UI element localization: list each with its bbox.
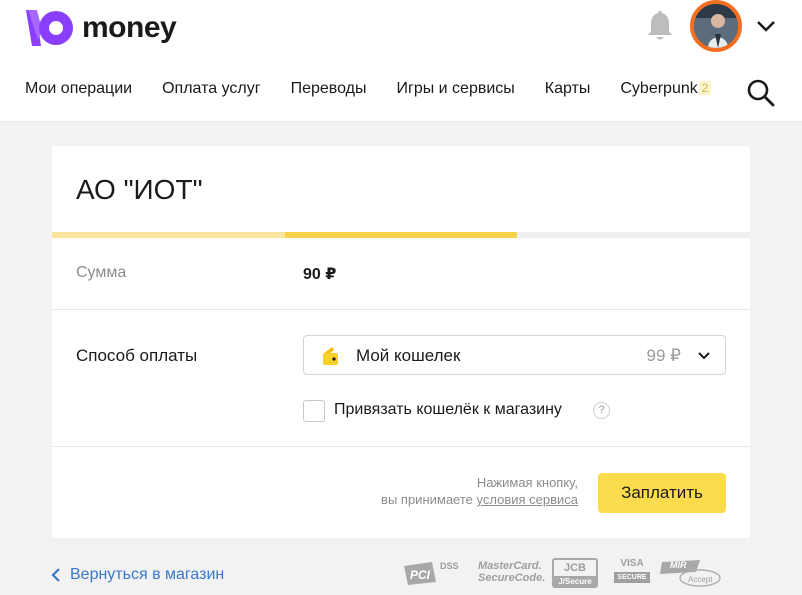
mastercard-securecode-logo: MasterCard. SecureCode. — [478, 560, 545, 584]
progress-step-current — [285, 232, 517, 238]
mir-line2: Accept — [688, 575, 713, 584]
user-avatar[interactable] — [690, 0, 742, 52]
back-to-store-label: Вернуться в магазин — [70, 566, 225, 583]
visa-secure-logo: VISA SECURE — [614, 558, 650, 588]
help-icon[interactable]: ? — [593, 402, 610, 419]
jcb-line2: J/Secure — [554, 576, 596, 588]
terms-link[interactable]: условия сервиса — [477, 492, 579, 507]
nav-item-transfers[interactable]: Переводы — [291, 80, 367, 98]
pci-dss-text: DSS — [440, 561, 459, 571]
terms-note-line2: вы принимаете условия сервиса — [381, 492, 578, 507]
search-icon[interactable] — [746, 78, 776, 108]
avatar-photo-icon — [694, 4, 738, 48]
payment-progress-bar — [52, 232, 750, 238]
payment-method-label: Способ оплаты — [76, 346, 198, 365]
main-nav: Мои операции Оплата услуг Переводы Игры … — [25, 80, 741, 98]
nav-item-cards[interactable]: Карты — [545, 80, 591, 98]
wallet-icon — [323, 347, 338, 365]
brand-name: money — [82, 11, 177, 44]
terms-note-line1: Нажимая кнопку, — [476, 475, 578, 490]
pay-button[interactable]: Заплатить — [598, 473, 726, 513]
pci-dss-logo: PCI DSS — [402, 560, 466, 586]
jcb-line1: JCB — [563, 562, 586, 574]
merchant-title: АО "ИОТ" — [76, 174, 203, 205]
payment-card: АО "ИОТ" Сумма 90 ₽ Способ оплаты Мой ко… — [52, 146, 750, 538]
payment-method-select[interactable]: Мой кошелек 99 ₽ — [303, 335, 726, 375]
jcb-jsecure-logo: JCB J/Secure — [552, 558, 598, 588]
back-to-store-link[interactable]: Вернуться в магазин — [50, 566, 224, 584]
mastercard-line1: MasterCard. — [478, 560, 542, 572]
yoomoney-logo-icon — [26, 10, 73, 46]
top-header: money Мои операции Оплата услуг Переводы… — [0, 0, 802, 122]
visa-line1: VISA — [620, 558, 644, 569]
mir-accept-logo: MIR Accept — [660, 558, 722, 588]
chevron-down-icon — [698, 352, 710, 360]
payment-method-balance: 99 ₽ — [646, 346, 681, 365]
link-wallet-checkbox[interactable] — [303, 400, 325, 422]
brand-logo[interactable]: money — [24, 10, 177, 46]
divider — [52, 446, 750, 447]
nav-item-games[interactable]: Игры и сервисы — [396, 80, 514, 98]
chevron-left-icon — [51, 568, 60, 582]
svg-text:PCI: PCI — [410, 568, 431, 582]
terms-note-prefix: вы принимаете — [381, 492, 477, 507]
nav-item-operations[interactable]: Мои операции — [25, 80, 132, 98]
nav-item-payments[interactable]: Оплата услуг — [162, 80, 260, 98]
nav-item-cyberpunk-label: Cyberpunk — [620, 80, 698, 97]
divider — [52, 309, 750, 310]
progress-step-done — [52, 232, 285, 238]
visa-line2: SECURE — [614, 572, 650, 583]
account-menu-chevron-icon[interactable] — [755, 18, 777, 34]
payment-method-name: Мой кошелек — [356, 346, 461, 365]
sum-value: 90 ₽ — [303, 266, 337, 283]
mir-line1: MIR — [670, 560, 687, 570]
nav-badge: 2 — [698, 81, 712, 95]
nav-item-cyberpunk[interactable]: Cyberpunk 2 — [620, 80, 712, 98]
mastercard-line2: SecureCode. — [478, 572, 546, 584]
notifications-bell-icon[interactable] — [645, 11, 675, 43]
link-wallet-label[interactable]: Привязать кошелёк к магазину — [334, 401, 562, 419]
sum-label: Сумма — [76, 264, 127, 281]
